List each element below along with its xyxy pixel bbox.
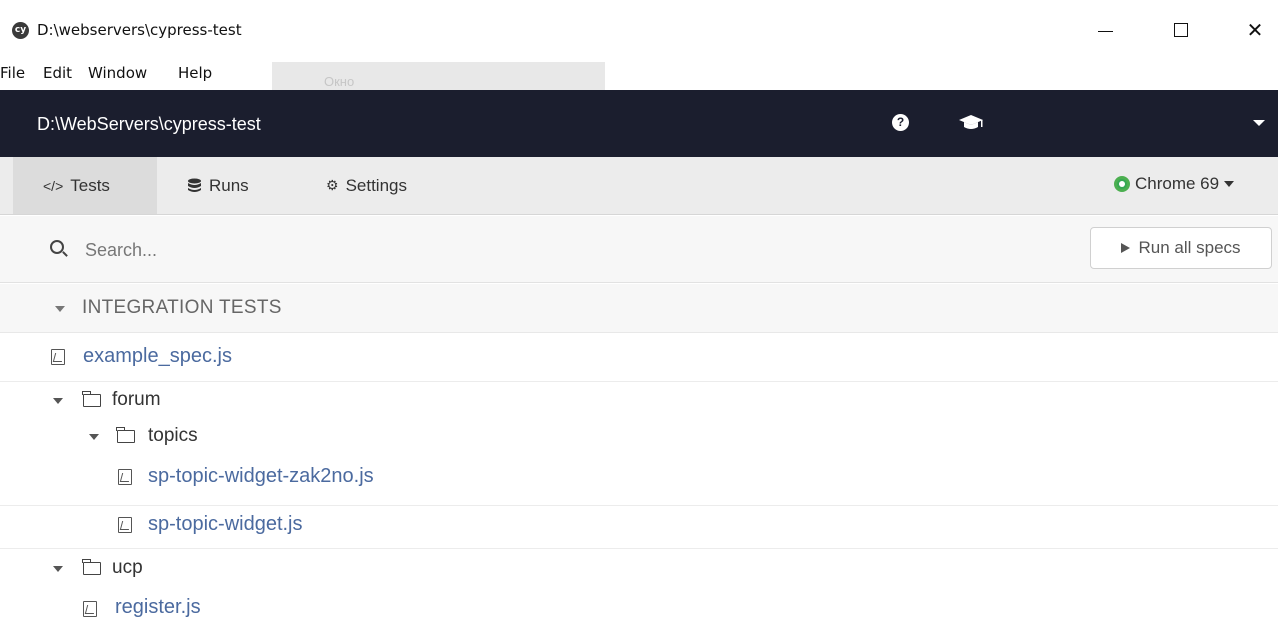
folder-collapse-icon (53, 398, 63, 404)
help-icon[interactable]: ? (892, 114, 909, 131)
folder-open-icon (82, 391, 101, 407)
spec-row-register[interactable]: register.js (0, 587, 1278, 630)
minimize-icon (1097, 30, 1113, 32)
file-code-icon (118, 469, 132, 485)
folder-row-forum[interactable]: forum (0, 382, 1278, 418)
graduation-cap-icon[interactable] (958, 112, 984, 132)
file-code-icon (51, 349, 65, 365)
search-row: Run all specs (0, 216, 1278, 283)
window-title: D:\webservers\cypress-test (37, 21, 242, 39)
run-all-specs-button[interactable]: Run all specs (1090, 227, 1272, 269)
browser-select[interactable]: Chrome 69 (1114, 174, 1235, 194)
maximize-icon (1174, 23, 1188, 37)
chrome-icon (1114, 176, 1130, 192)
tab-runs[interactable]: Runs (157, 157, 279, 214)
spec-link-topic-widget[interactable]: sp-topic-widget.js (148, 513, 303, 536)
folder-label-forum: forum (112, 389, 161, 410)
code-icon: </> (43, 177, 64, 194)
window-titlebar: cy D:\webservers\cypress-test ✕ (0, 0, 1278, 62)
tab-settings-label: Settings (345, 175, 407, 195)
folder-label-ucp: ucp (112, 557, 143, 578)
spec-link-topic-widget-zak2no[interactable]: sp-topic-widget-zak2no.js (148, 465, 374, 488)
maximize-button[interactable] (1158, 10, 1204, 50)
tab-settings[interactable]: ⚙ Settings (296, 157, 437, 214)
project-path: D:\WebServers\cypress-test (37, 114, 261, 134)
folder-collapse-icon (89, 434, 99, 440)
spec-row-topic-widget-zak2no[interactable]: sp-topic-widget-zak2no.js (0, 456, 1278, 506)
integration-tests-header[interactable]: INTEGRATION TESTS (0, 284, 1278, 333)
menu-edit[interactable]: Edit (43, 64, 72, 82)
user-menu-caret-icon[interactable] (1253, 120, 1265, 126)
integration-tests-label: INTEGRATION TESTS (82, 297, 282, 318)
menu-window[interactable]: Window (88, 64, 147, 82)
file-code-icon (83, 601, 97, 617)
spec-link-example[interactable]: example_spec.js (83, 345, 232, 368)
menu-bar: File Edit Window Help (0, 62, 1278, 90)
menu-help[interactable]: Help (178, 64, 212, 82)
tab-runs-label: Runs (209, 175, 249, 195)
menu-file[interactable]: File (0, 64, 25, 82)
nav-tabs: </> Tests Runs ⚙ Settings Chrome 69 (0, 157, 1278, 215)
spec-link-register[interactable]: register.js (115, 596, 201, 619)
browser-label: Chrome 69 (1135, 174, 1220, 193)
play-icon (1121, 243, 1131, 253)
folder-row-ucp[interactable]: ucp (0, 549, 1278, 587)
search-icon (50, 240, 64, 254)
close-button[interactable]: ✕ (1232, 10, 1278, 50)
tooltip-text: Окно (324, 74, 355, 89)
folder-collapse-icon (53, 566, 63, 572)
spec-row-example[interactable]: example_spec.js (0, 333, 1278, 382)
folder-open-icon (116, 427, 135, 443)
file-code-icon (118, 517, 132, 533)
collapse-triangle-icon (55, 306, 65, 312)
run-all-specs-label: Run all specs (1138, 238, 1241, 257)
search-input[interactable] (85, 236, 685, 264)
project-header: D:\WebServers\cypress-test ? (0, 90, 1278, 157)
close-icon: ✕ (1246, 18, 1264, 42)
tab-tests-label: Tests (70, 175, 110, 195)
folder-open-icon (82, 559, 101, 575)
tab-tests[interactable]: </> Tests (13, 157, 157, 214)
folder-row-topics[interactable]: topics (0, 418, 1278, 456)
spec-row-topic-widget[interactable]: sp-topic-widget.js (0, 506, 1278, 549)
gear-icon: ⚙ (326, 177, 339, 193)
minimize-button[interactable] (1082, 10, 1128, 50)
cypress-app-icon: cy (12, 22, 29, 39)
folder-label-topics: topics (148, 425, 198, 446)
chevron-down-icon (1224, 181, 1235, 187)
database-icon (188, 178, 201, 192)
